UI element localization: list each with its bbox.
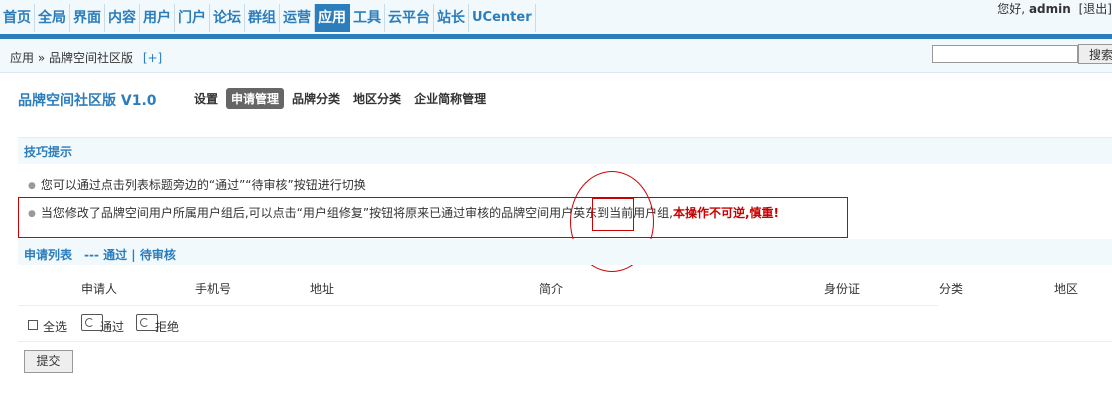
row-divider xyxy=(18,341,1112,342)
plugin-tabs: 设置 申请管理 品牌分类 地区分类 企业简称管理 xyxy=(189,88,494,109)
column-header-phone: 手机号 xyxy=(195,282,232,296)
tab-item[interactable]: 地区分类 xyxy=(348,88,406,109)
tab-item[interactable]: 申请管理 xyxy=(226,88,285,109)
tab-item[interactable]: 品牌分类 xyxy=(287,88,345,109)
tips-header: 技巧提示 xyxy=(18,137,1112,164)
nav-menu: 首页 全局 界面 内容 用户 门户 论坛 群组 运营 应用 工具 云平台 站长 UCenter xyxy=(0,4,536,32)
nav-item[interactable]: 门户 xyxy=(175,4,210,32)
select-all-checkbox[interactable] xyxy=(28,320,38,330)
column-header-applicant: 申请人 xyxy=(81,282,118,296)
nav-item[interactable]: UCenter xyxy=(469,4,536,32)
column-header-intro: 简介 xyxy=(539,282,564,296)
nav-item[interactable]: 首页 xyxy=(0,4,35,32)
nav-item[interactable]: 用户 xyxy=(140,4,175,32)
user-area: 您好, admin [退出] xyxy=(997,0,1112,16)
top-nav: 首页 全局 界面 内容 用户 门户 论坛 群组 运营 应用 工具 云平台 站长 UCenter xyxy=(0,0,1112,39)
nav-item[interactable]: 内容 xyxy=(105,4,140,32)
list-filter-links[interactable]: --- 通过 | 待审核 xyxy=(84,246,176,263)
add-shortcut-link[interactable]: [+] xyxy=(143,51,162,65)
column-header-region: 地区 xyxy=(1054,282,1079,296)
submit-button[interactable]: 提交 xyxy=(24,350,73,373)
nav-item[interactable]: 界面 xyxy=(70,4,105,32)
annotation-rectangle xyxy=(18,197,848,238)
search-input[interactable] xyxy=(932,45,1078,63)
breadcrumb-path[interactable]: 应用 » 品牌空间社区版 xyxy=(10,51,133,65)
select-all-label: 全选 xyxy=(43,320,68,334)
row-divider xyxy=(18,305,938,306)
nav-item[interactable]: 论坛 xyxy=(210,4,245,32)
greeting: 您好, xyxy=(997,2,1026,16)
reject-label: 拒绝 xyxy=(155,320,180,334)
nav-item[interactable]: 全局 xyxy=(35,4,70,32)
nav-item[interactable]: 站长 xyxy=(434,4,469,32)
column-header-category: 分类 xyxy=(939,282,964,296)
tips-title: 技巧提示 xyxy=(24,145,73,159)
plugin-title: 品牌空间社区版 V1.0 xyxy=(18,93,157,109)
column-header-address: 地址 xyxy=(310,282,335,296)
list-title: 申请列表 xyxy=(24,248,73,262)
approve-label: 通过 xyxy=(100,320,125,334)
radio-icon xyxy=(85,318,94,327)
nav-item[interactable]: 群组 xyxy=(245,4,280,32)
tab-item[interactable]: 设置 xyxy=(189,88,223,109)
tip-item: ● 您可以通过点击列表标题旁边的“通过”“待审核”按钮进行切换 xyxy=(28,176,366,193)
username: admin xyxy=(1028,2,1071,16)
nav-item[interactable]: 应用 xyxy=(315,4,350,32)
list-header: 申请列表 --- 通过 | 待审核 xyxy=(18,239,1112,265)
column-header-id-card: 身份证 xyxy=(824,282,861,296)
search-button[interactable]: 搜索 xyxy=(1078,44,1112,64)
nav-item[interactable]: 云平台 xyxy=(385,4,434,32)
tab-item[interactable]: 企业简称管理 xyxy=(409,88,491,109)
radio-icon xyxy=(140,318,149,327)
bullet-icon: ● xyxy=(28,180,36,191)
tip-text: 您可以通过点击列表标题旁边的“通过”“待审核”按钮进行切换 xyxy=(40,178,366,192)
nav-item[interactable]: 工具 xyxy=(350,4,385,32)
breadcrumb: 应用 » 品牌空间社区版 [+] xyxy=(10,49,162,66)
logout-link[interactable]: [退出] xyxy=(1079,2,1112,16)
nav-item[interactable]: 运营 xyxy=(280,4,315,32)
